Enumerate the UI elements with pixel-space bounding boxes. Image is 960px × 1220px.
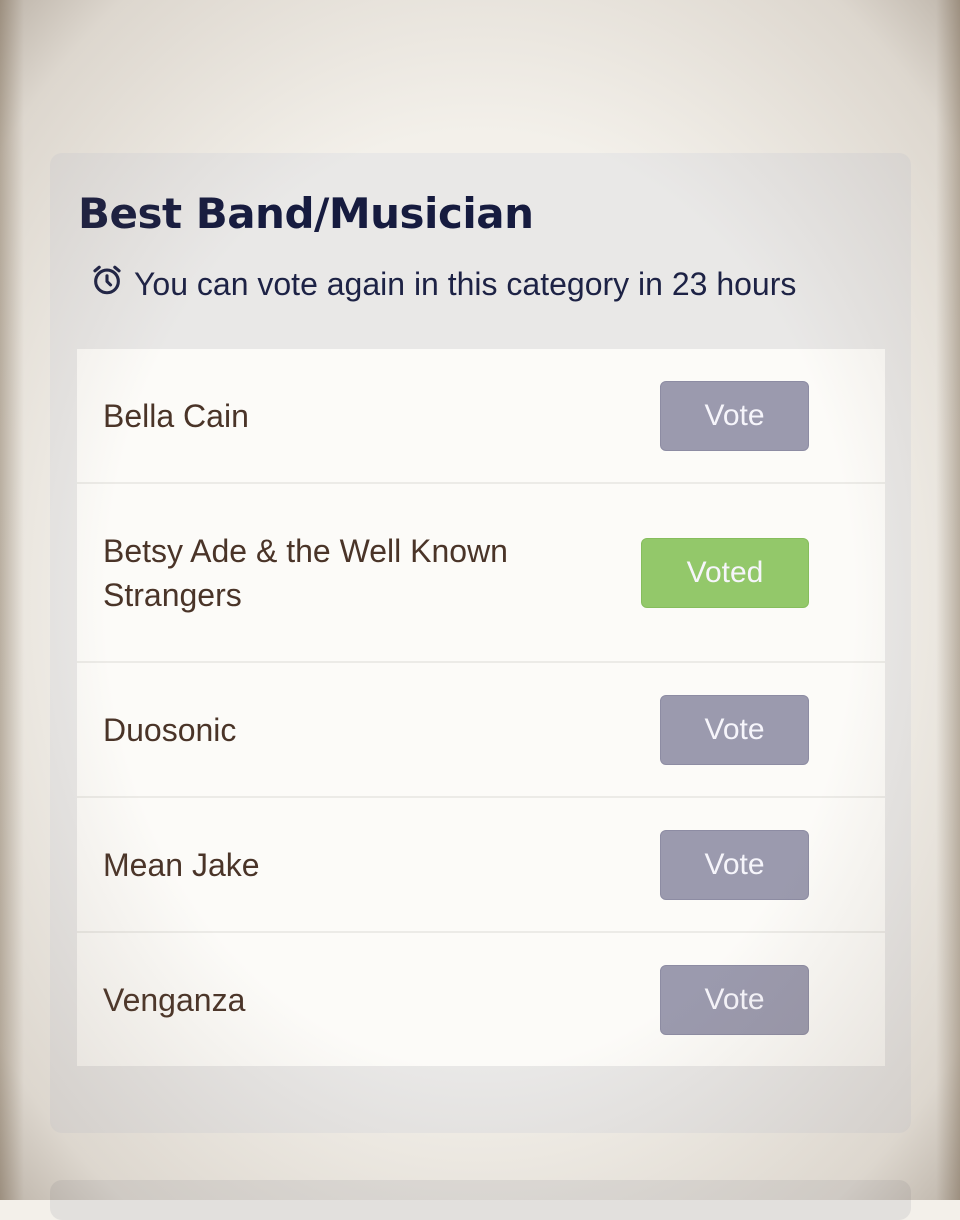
vote-button[interactable]: Vote [660,964,809,1035]
nominee-name: Duosonic [103,711,237,748]
category-card: Best Band/Musician You can vote again in… [50,153,911,1133]
alarm-clock-icon [90,263,134,305]
vote-button[interactable]: Vote [660,829,809,900]
nominee-name: Mean Jake [103,846,260,883]
voted-button[interactable]: Voted [641,537,809,608]
nominee-row: Mean Jake Vote [77,798,885,933]
category-title: Best Band/Musician [78,189,534,238]
vote-button[interactable]: Vote [660,380,809,451]
nominee-name: Betsy Ade & the Well Known Strangers [103,532,508,613]
photo-edge-right [936,0,960,1200]
next-category-card [50,1180,911,1220]
vote-button[interactable]: Vote [660,694,809,765]
nominee-row: Bella Cain Vote [77,349,885,484]
nominee-row: Betsy Ade & the Well Known Strangers Vot… [77,484,885,663]
vote-again-text: You can vote again in this category in 2… [134,265,797,302]
nominee-row: Duosonic Vote [77,663,885,798]
nominee-name: Venganza [103,981,246,1018]
photo-edge-left [0,0,24,1200]
nominee-list: Bella Cain Vote Betsy Ade & the Well Kno… [77,349,885,1066]
vote-again-notice: You can vote again in this category in 2… [90,263,796,305]
nominee-name: Bella Cain [103,397,249,434]
nominee-row: Venganza Vote [77,933,885,1066]
